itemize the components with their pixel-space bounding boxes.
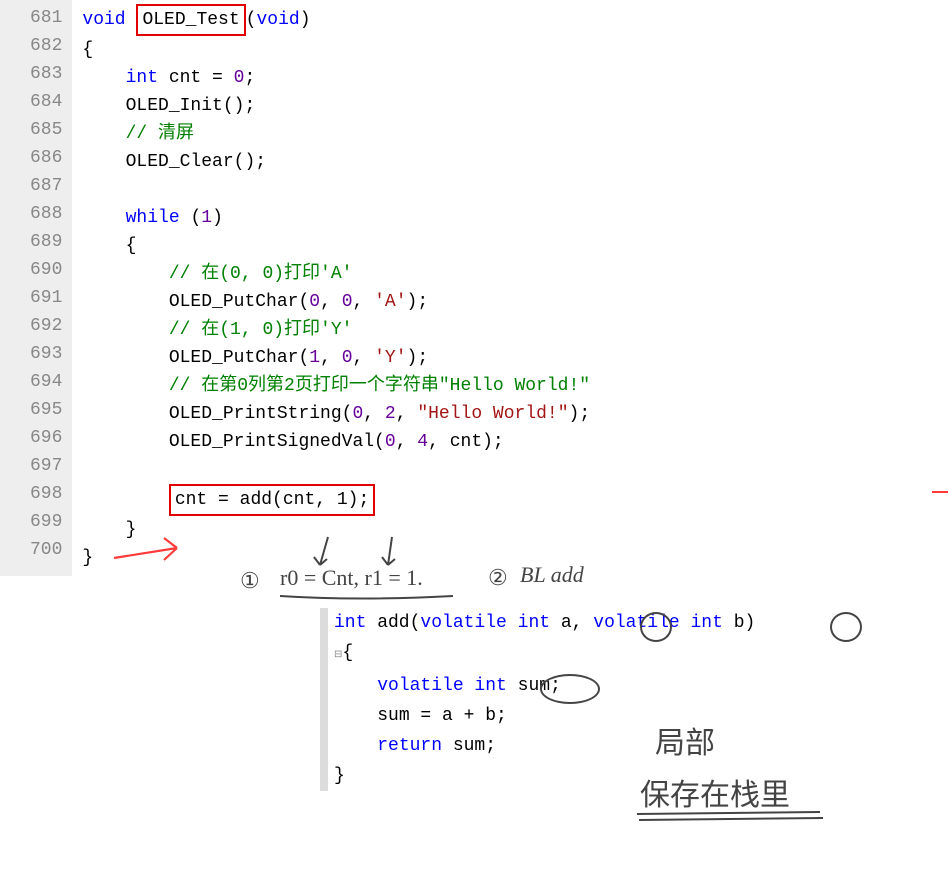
line-number: 691: [30, 284, 62, 312]
underline-1: [278, 592, 478, 606]
circle-sum: [540, 674, 600, 704]
line-number: 687: [30, 172, 62, 200]
code-line: OLED_Clear();: [82, 148, 590, 176]
line-number: 694: [30, 368, 62, 396]
highlighted-call: cnt = add(cnt, 1);: [169, 484, 375, 516]
circle-b: [830, 612, 862, 642]
line-number: 700: [30, 536, 62, 564]
line-number: 688: [30, 200, 62, 228]
code-line: {: [82, 36, 590, 64]
param-a: a: [561, 613, 572, 633]
line-number: 689: [30, 228, 62, 256]
code-body: void OLED_Test(void){ int cnt = 0; OLED_…: [72, 0, 590, 576]
code-line: void OLED_Test(void): [82, 4, 590, 36]
code-line: // 在第0列第2页打印一个字符串"Hello World!": [82, 372, 590, 400]
line-number: 690: [30, 256, 62, 284]
line-number: 684: [30, 88, 62, 116]
param-b: b: [734, 613, 745, 633]
line-gutter: 6816826836846856866876886896906916926936…: [0, 0, 72, 576]
code-line: OLED_PutChar(1, 0, 'Y');: [82, 344, 590, 372]
code-line: {: [82, 232, 590, 260]
line-number: 695: [30, 396, 62, 424]
code-line: }: [82, 544, 590, 572]
highlighted-fn-name: OLED_Test: [136, 4, 245, 36]
code-line: while (1): [82, 204, 590, 232]
code-line: // 在(0, 0)打印'A': [82, 260, 590, 288]
code-line: OLED_PrintString(0, 2, "Hello World!");: [82, 400, 590, 428]
code-line: }: [82, 516, 590, 544]
line-number: 696: [30, 424, 62, 452]
line-number: 698: [30, 480, 62, 508]
line-number: 697: [30, 452, 62, 480]
line-number: 693: [30, 340, 62, 368]
line-number: 699: [30, 508, 62, 536]
code-line: OLED_Init();: [82, 92, 590, 120]
code-line: // 在(1, 0)打印'Y': [82, 316, 590, 344]
code-line: int cnt = 0;: [82, 64, 590, 92]
line-number: 692: [30, 312, 62, 340]
add-function-block: int add(volatile int a, volatile int b) …: [320, 608, 755, 791]
circle-a: [640, 612, 672, 642]
code-line: OLED_PutChar(0, 0, 'A');: [82, 288, 590, 316]
underline-2: [635, 810, 835, 826]
line-number: 685: [30, 116, 62, 144]
line-number: 686: [30, 144, 62, 172]
line-number: 683: [30, 60, 62, 88]
code-line: [82, 456, 590, 484]
code-line: [82, 176, 590, 204]
line-number: 681: [30, 4, 62, 32]
main-code-block: 6816826836846856866876886896906916926936…: [0, 0, 949, 576]
code-line: // 清屏: [82, 120, 590, 148]
line-number: 682: [30, 32, 62, 60]
code-line: cnt = add(cnt, 1);: [82, 484, 590, 516]
code-line: OLED_PrintSignedVal(0, 4, cnt);: [82, 428, 590, 456]
add-sig-line: int add(volatile int a, volatile int b): [334, 608, 755, 638]
